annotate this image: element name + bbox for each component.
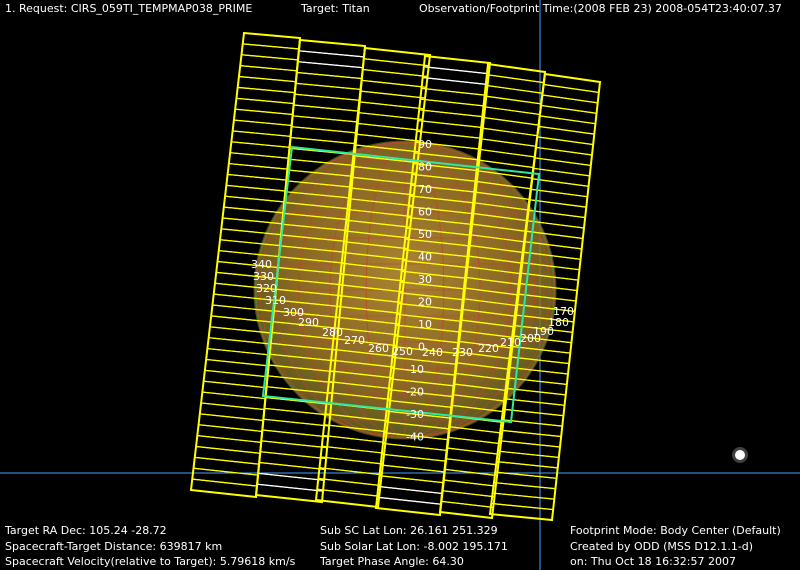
footprint-cell (196, 424, 263, 444)
footer-middle: Sub SC Lat Lon: 26.161 251.329 Sub Solar… (320, 523, 508, 570)
sun-glow (732, 447, 748, 463)
footprint-cell (419, 87, 488, 107)
footprint-cell (416, 119, 484, 139)
latitude-label: 40 (418, 251, 432, 264)
footprint-cell (260, 429, 329, 449)
footprint-cell (362, 58, 430, 78)
sub-sc-lat-lon: Sub SC Lat Lon: 26.161 251.329 (320, 524, 498, 537)
latitude-label: -10 (406, 363, 424, 376)
footprint-cell (320, 445, 385, 465)
longitude-label: 260 (368, 342, 389, 355)
footprint-cell (533, 146, 593, 167)
longitude-label: 270 (344, 334, 365, 347)
footer-right: Footprint Mode: Body Center (Default) Cr… (570, 523, 781, 570)
footprint-cell (356, 111, 424, 131)
footprint-cell (417, 109, 485, 129)
latitude-label: 60 (418, 206, 432, 219)
request-label: 1. Request: CIRS_059TI_TEMPMAP038_PRIME (5, 2, 253, 15)
footprint-cell (257, 461, 326, 481)
footprint-cell (201, 380, 268, 400)
footer-left: Target RA Dec: 105.24 -28.72 Spacecraft-… (5, 523, 295, 570)
footprint-cell (381, 442, 448, 462)
footprint-cell (541, 83, 600, 104)
footprint-cell (355, 122, 422, 142)
footprint-cell (481, 105, 541, 126)
spacecraft-velocity: Spacecraft Velocity(relative to Target):… (5, 555, 296, 568)
footprint-cell (359, 79, 427, 99)
latitude-label: -30 (406, 408, 424, 421)
created-by: Created by ODD (MSS D12.1.1-d) (570, 539, 754, 553)
footprint-cell (478, 137, 537, 158)
footprint-cell (259, 440, 328, 460)
footprint-cell (192, 456, 260, 476)
footprint-cell (536, 125, 595, 146)
footprint-cell (528, 188, 589, 208)
footprint-cell (256, 472, 325, 492)
footprint-cell (422, 66, 490, 86)
footprint-cell (358, 90, 426, 110)
footprint-cell (258, 451, 327, 471)
footprint-mode: Footprint Mode: Body Center (Default) (570, 524, 781, 537)
longitude-label: 220 (478, 342, 499, 355)
footprint-cell (418, 98, 486, 118)
footprint-cell (194, 445, 261, 465)
latitude-label: 70 (418, 183, 432, 196)
footprint-cell (537, 115, 597, 135)
footprint-cell (357, 101, 425, 121)
footprint-cell (420, 76, 489, 96)
footprint-cell (531, 167, 591, 187)
creation-date: on: Thu Oct 18 16:32:57 2007 (570, 555, 736, 568)
longitude-label: 210 (500, 336, 521, 349)
longitude-label: 170 (553, 305, 574, 318)
longitude-label: 240 (422, 346, 443, 359)
footprint-cell (543, 73, 601, 94)
longitude-label: 250 (392, 345, 413, 358)
spacecraft-target-distance: Spacecraft-Target Distance: 639817 km (5, 539, 223, 553)
longitude-label: 290 (298, 316, 319, 329)
footprint-cell (317, 467, 383, 487)
latitude-label: 90 (418, 138, 432, 151)
longitude-label: 230 (452, 346, 473, 359)
footprint-cell (529, 178, 590, 198)
footprint-cell (376, 485, 444, 505)
latitude-label: -20 (406, 386, 424, 399)
footprint-cell (479, 127, 539, 148)
latitude-label: 80 (418, 161, 432, 174)
observation-time-label: Observation/Footprint Time:(2008 FEB 23)… (419, 2, 782, 15)
footprint-cell (482, 95, 542, 116)
footprint-cell (483, 84, 544, 105)
footprint-cell (532, 157, 592, 177)
footprint-cell (316, 477, 382, 497)
footprint-cell (377, 475, 445, 495)
footprint-cell (378, 464, 446, 484)
footprint-cell (195, 434, 262, 454)
footprint-cell (539, 104, 598, 125)
footprint-cell (480, 116, 540, 137)
longitude-label: 280 (322, 326, 343, 339)
footprint-cell (200, 391, 267, 411)
footprint-cell (486, 63, 546, 84)
latitude-label: -40 (406, 431, 424, 444)
footprint-cell (380, 453, 447, 473)
latitude-label: 10 (418, 318, 432, 331)
target-label: Target: Titan (301, 2, 370, 15)
footprint-view: 9080706050403020100-10-20-30-40 34033032… (0, 0, 800, 570)
latitude-label: 50 (418, 228, 432, 241)
footprint-cell (485, 73, 545, 94)
footprint-cell (197, 413, 264, 433)
footprint-cell (318, 456, 384, 476)
footprint-cell (360, 68, 429, 88)
latitude-label: 20 (418, 296, 432, 309)
footprint-cell (535, 136, 594, 156)
footprint-cell (261, 418, 330, 438)
footprint-cell (540, 94, 599, 114)
footprint-cell (321, 434, 387, 454)
footprint-cell (199, 402, 266, 422)
latitude-label: 30 (418, 273, 432, 286)
target-phase-angle: Target Phase Angle: 64.30 (320, 555, 464, 568)
target-ra-dec: Target RA Dec: 105.24 -28.72 (5, 524, 167, 537)
sub-solar-lat-lon: Sub Solar Lat Lon: -8.002 195.171 (320, 539, 508, 553)
footprint-cell (191, 467, 259, 487)
